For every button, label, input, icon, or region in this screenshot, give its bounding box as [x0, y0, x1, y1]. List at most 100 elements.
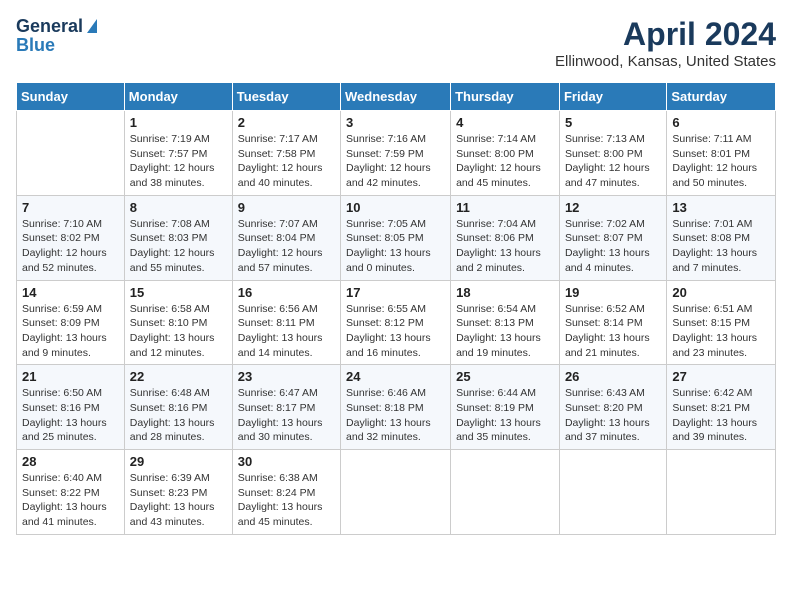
logo: General Blue [16, 16, 97, 56]
calendar-cell-w4-d5: 25Sunrise: 6:44 AM Sunset: 8:19 PM Dayli… [451, 365, 560, 450]
day-number: 21 [22, 369, 119, 384]
day-number: 28 [22, 454, 119, 469]
calendar-cell-w2-d4: 10Sunrise: 7:05 AM Sunset: 8:05 PM Dayli… [341, 195, 451, 280]
header-tuesday: Tuesday [232, 83, 340, 111]
main-title: April 2024 [555, 16, 776, 53]
day-info: Sunrise: 7:10 AM Sunset: 8:02 PM Dayligh… [22, 217, 119, 276]
day-number: 13 [672, 200, 770, 215]
calendar-cell-w1-d1 [17, 111, 125, 196]
calendar-cell-w5-d1: 28 Sunrise: 6:40 AM Sunset: 8:22 PM Dayli… [17, 450, 125, 535]
calendar-cell-w4-d3: 23 Sunrise: 6:47 AM Sunset: 8:17 PM Dayli… [232, 365, 340, 450]
day-info: Sunrise: 7:02 AM Sunset: 8:07 PM Dayligh… [565, 217, 661, 276]
day-number: 23 [238, 369, 335, 384]
week-row-1: 1 Sunrise: 7:19 AM Sunset: 7:57 PM Daylig… [17, 111, 776, 196]
header-saturday: Saturday [667, 83, 776, 111]
week-row-3: 14 Sunrise: 6:59 AM Sunset: 8:09 PM Dayli… [17, 280, 776, 365]
calendar-cell-w5-d2: 29Sunrise: 6:39 AM Sunset: 8:23 PM Dayli… [124, 450, 232, 535]
day-number: 1 [130, 115, 227, 130]
calendar-cell-w4-d2: 22 Sunrise: 6:48 AM Sunset: 8:16 PM Dayli… [124, 365, 232, 450]
calendar-cell-w2-d5: 11Sunrise: 7:04 AM Sunset: 8:06 PM Dayli… [451, 195, 560, 280]
day-info: Sunrise: 6:38 AM Sunset: 8:24 PM Dayligh… [238, 471, 335, 530]
header-sunday: Sunday [17, 83, 125, 111]
logo-icon [87, 19, 97, 33]
calendar-table: SundayMondayTuesdayWednesdayThursdayFrid… [16, 82, 776, 535]
day-info: Sunrise: 7:08 AM Sunset: 8:03 PM Dayligh… [130, 217, 227, 276]
calendar-cell-w2-d2: 8 Sunrise: 7:08 AM Sunset: 8:03 PM Daylig… [124, 195, 232, 280]
calendar-cell-w3-d3: 16 Sunrise: 6:56 AM Sunset: 8:11 PM Dayli… [232, 280, 340, 365]
day-number: 14 [22, 285, 119, 300]
calendar-cell-w4-d4: 24 Sunrise: 6:46 AM Sunset: 8:18 PM Dayli… [341, 365, 451, 450]
calendar-cell-w1-d3: 2 Sunrise: 7:17 AM Sunset: 7:58 PM Daylig… [232, 111, 340, 196]
header-wednesday: Wednesday [341, 83, 451, 111]
day-info: Sunrise: 7:17 AM Sunset: 7:58 PM Dayligh… [238, 132, 335, 191]
calendar-cell-w5-d7 [667, 450, 776, 535]
calendar-cell-w2-d7: 13 Sunrise: 7:01 AM Sunset: 8:08 PM Dayli… [667, 195, 776, 280]
day-number: 16 [238, 285, 335, 300]
calendar-cell-w3-d4: 17Sunrise: 6:55 AM Sunset: 8:12 PM Dayli… [341, 280, 451, 365]
calendar-cell-w4-d6: 26 Sunrise: 6:43 AM Sunset: 8:20 PM Dayli… [559, 365, 666, 450]
day-number: 2 [238, 115, 335, 130]
day-number: 26 [565, 369, 661, 384]
day-number: 3 [346, 115, 445, 130]
week-row-4: 21 Sunrise: 6:50 AM Sunset: 8:16 PM Dayli… [17, 365, 776, 450]
day-info: Sunrise: 6:54 AM Sunset: 8:13 PM Dayligh… [456, 302, 554, 361]
weekday-header-row: SundayMondayTuesdayWednesdayThursdayFrid… [17, 83, 776, 111]
day-info: Sunrise: 6:50 AM Sunset: 8:16 PM Dayligh… [22, 386, 119, 445]
calendar-cell-w2-d3: 9Sunrise: 7:07 AM Sunset: 8:04 PM Daylig… [232, 195, 340, 280]
calendar-cell-w3-d1: 14 Sunrise: 6:59 AM Sunset: 8:09 PM Dayli… [17, 280, 125, 365]
calendar-cell-w3-d5: 18Sunrise: 6:54 AM Sunset: 8:13 PM Dayli… [451, 280, 560, 365]
day-info: Sunrise: 7:13 AM Sunset: 8:00 PM Dayligh… [565, 132, 661, 191]
calendar-cell-w1-d7: 6Sunrise: 7:11 AM Sunset: 8:01 PM Daylig… [667, 111, 776, 196]
calendar-cell-w1-d2: 1 Sunrise: 7:19 AM Sunset: 7:57 PM Daylig… [124, 111, 232, 196]
header-monday: Monday [124, 83, 232, 111]
calendar-cell-w1-d6: 5Sunrise: 7:13 AM Sunset: 8:00 PM Daylig… [559, 111, 666, 196]
week-row-5: 28 Sunrise: 6:40 AM Sunset: 8:22 PM Dayli… [17, 450, 776, 535]
day-number: 8 [130, 200, 227, 215]
day-info: Sunrise: 6:42 AM Sunset: 8:21 PM Dayligh… [672, 386, 770, 445]
day-number: 4 [456, 115, 554, 130]
day-info: Sunrise: 7:14 AM Sunset: 8:00 PM Dayligh… [456, 132, 554, 191]
day-info: Sunrise: 6:56 AM Sunset: 8:11 PM Dayligh… [238, 302, 335, 361]
day-info: Sunrise: 6:47 AM Sunset: 8:17 PM Dayligh… [238, 386, 335, 445]
calendar-cell-w2-d1: 7 Sunrise: 7:10 AM Sunset: 8:02 PM Daylig… [17, 195, 125, 280]
day-number: 6 [672, 115, 770, 130]
day-number: 22 [130, 369, 227, 384]
day-number: 11 [456, 200, 554, 215]
day-info: Sunrise: 6:48 AM Sunset: 8:16 PM Dayligh… [130, 386, 227, 445]
day-number: 12 [565, 200, 661, 215]
day-number: 10 [346, 200, 445, 215]
week-row-2: 7 Sunrise: 7:10 AM Sunset: 8:02 PM Daylig… [17, 195, 776, 280]
calendar-cell-w3-d2: 15Sunrise: 6:58 AM Sunset: 8:10 PM Dayli… [124, 280, 232, 365]
calendar-cell-w4-d1: 21 Sunrise: 6:50 AM Sunset: 8:16 PM Dayli… [17, 365, 125, 450]
day-number: 25 [456, 369, 554, 384]
day-number: 20 [672, 285, 770, 300]
day-number: 30 [238, 454, 335, 469]
day-info: Sunrise: 6:40 AM Sunset: 8:22 PM Dayligh… [22, 471, 119, 530]
day-number: 27 [672, 369, 770, 384]
title-section: April 2024 Ellinwood, Kansas, United Sta… [555, 16, 776, 70]
day-info: Sunrise: 7:19 AM Sunset: 7:57 PM Dayligh… [130, 132, 227, 191]
day-number: 7 [22, 200, 119, 215]
day-info: Sunrise: 7:01 AM Sunset: 8:08 PM Dayligh… [672, 217, 770, 276]
day-info: Sunrise: 6:51 AM Sunset: 8:15 PM Dayligh… [672, 302, 770, 361]
day-info: Sunrise: 7:07 AM Sunset: 8:04 PM Dayligh… [238, 217, 335, 276]
day-number: 19 [565, 285, 661, 300]
calendar-cell-w5-d4 [341, 450, 451, 535]
calendar-cell-w2-d6: 12 Sunrise: 7:02 AM Sunset: 8:07 PM Dayli… [559, 195, 666, 280]
logo-blue: Blue [16, 35, 55, 56]
logo-general: General [16, 16, 83, 37]
calendar-cell-w3-d7: 20 Sunrise: 6:51 AM Sunset: 8:15 PM Dayli… [667, 280, 776, 365]
day-info: Sunrise: 6:46 AM Sunset: 8:18 PM Dayligh… [346, 386, 445, 445]
day-number: 15 [130, 285, 227, 300]
day-number: 29 [130, 454, 227, 469]
subtitle: Ellinwood, Kansas, United States [555, 53, 776, 70]
page-header: General Blue April 2024 Ellinwood, Kansa… [16, 16, 776, 70]
day-number: 24 [346, 369, 445, 384]
day-info: Sunrise: 6:55 AM Sunset: 8:12 PM Dayligh… [346, 302, 445, 361]
calendar-cell-w3-d6: 19Sunrise: 6:52 AM Sunset: 8:14 PM Dayli… [559, 280, 666, 365]
header-thursday: Thursday [451, 83, 560, 111]
day-info: Sunrise: 6:43 AM Sunset: 8:20 PM Dayligh… [565, 386, 661, 445]
calendar-cell-w1-d4: 3 Sunrise: 7:16 AM Sunset: 7:59 PM Daylig… [341, 111, 451, 196]
day-info: Sunrise: 7:16 AM Sunset: 7:59 PM Dayligh… [346, 132, 445, 191]
day-info: Sunrise: 6:59 AM Sunset: 8:09 PM Dayligh… [22, 302, 119, 361]
